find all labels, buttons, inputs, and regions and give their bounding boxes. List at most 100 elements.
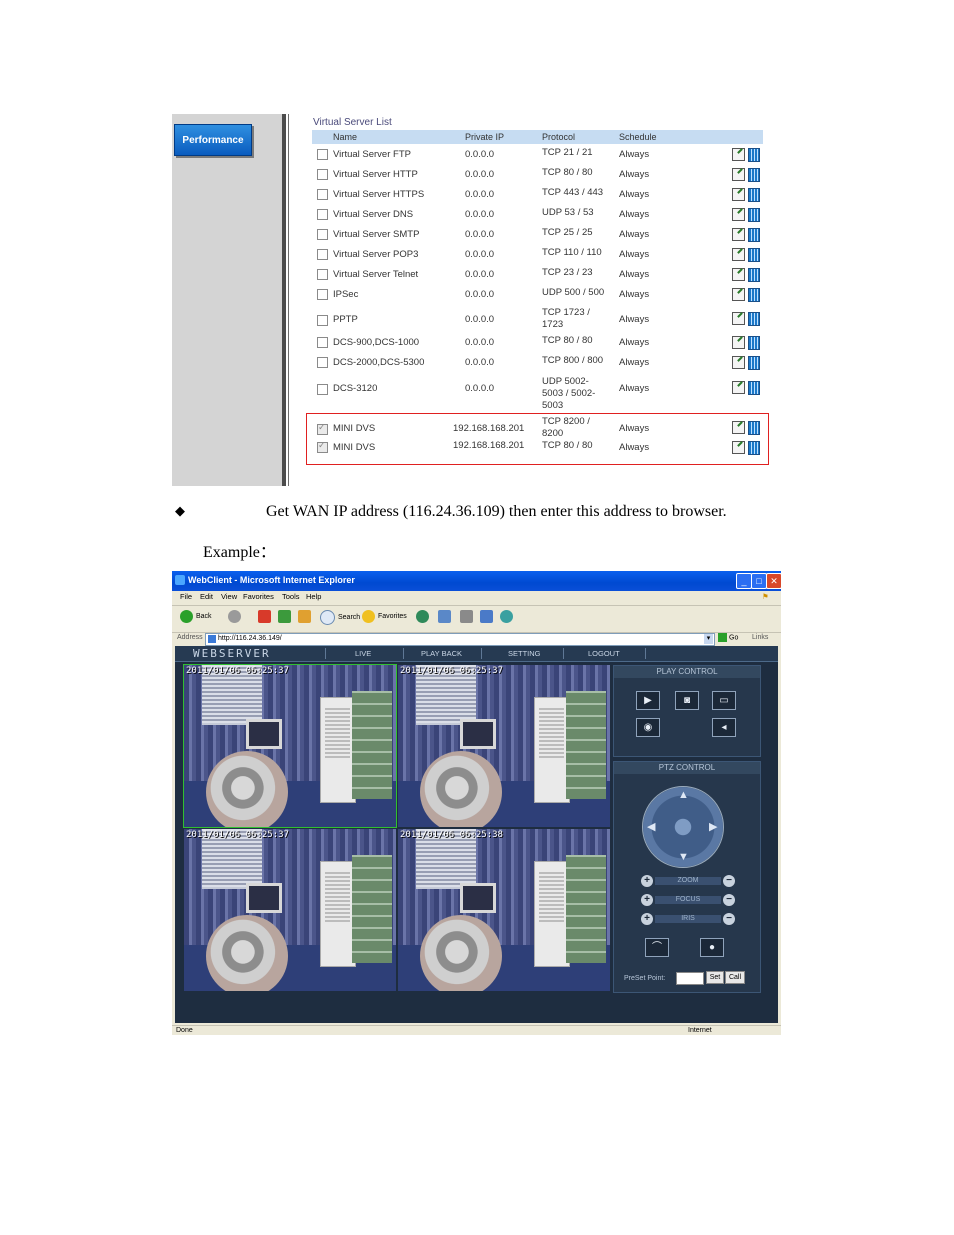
nav-logout[interactable]: LOGOUT	[588, 649, 620, 658]
wiper-button[interactable]: ⌒	[645, 938, 669, 957]
stop-button[interactable]	[258, 610, 274, 623]
row-checkbox[interactable]	[317, 289, 328, 300]
iris-close-button[interactable]: −	[723, 913, 735, 925]
talk-button[interactable]: ◉	[636, 718, 660, 737]
back-button[interactable]: Back	[180, 610, 212, 623]
row-checkbox[interactable]	[317, 149, 328, 160]
go-button[interactable]: Go	[718, 633, 738, 642]
trash-icon[interactable]	[748, 336, 760, 350]
trash-icon[interactable]	[748, 208, 760, 222]
focus-in-button[interactable]: +	[641, 894, 653, 906]
edit-icon[interactable]	[732, 168, 745, 181]
row-checkbox[interactable]	[317, 357, 328, 368]
nav-separator	[645, 648, 646, 659]
arrow-right-icon[interactable]: ▶	[709, 820, 717, 833]
edit-icon[interactable]	[732, 268, 745, 281]
edit-icon[interactable]	[732, 208, 745, 221]
row-checkbox[interactable]	[317, 209, 328, 220]
audio-button[interactable]: ◂	[712, 718, 736, 737]
trash-icon[interactable]	[748, 381, 760, 395]
edit-icon[interactable]	[732, 312, 745, 325]
iris-open-button[interactable]: +	[641, 913, 653, 925]
video-tile-4[interactable]: 2011/01/06 06:25:38	[398, 829, 610, 991]
menu-view[interactable]: View	[221, 592, 237, 601]
links-button[interactable]: Links	[752, 634, 768, 641]
row-checkbox[interactable]	[317, 384, 328, 395]
menu-tools[interactable]: Tools	[282, 592, 300, 601]
edit-icon[interactable]	[732, 228, 745, 241]
menu-file[interactable]: File	[180, 592, 192, 601]
trash-icon[interactable]	[748, 312, 760, 326]
performance-button[interactable]: Performance	[174, 124, 252, 156]
edit-icon[interactable]	[732, 248, 745, 261]
trash-icon[interactable]	[748, 168, 760, 182]
row-checkbox[interactable]	[317, 169, 328, 180]
row-protocol: TCP 23 / 23	[542, 267, 593, 278]
print-button[interactable]	[460, 610, 476, 623]
trash-icon[interactable]	[748, 248, 760, 262]
trash-icon[interactable]	[748, 188, 760, 202]
dropdown-icon[interactable]: ▾	[704, 634, 713, 644]
favorites-button[interactable]: Favorites	[362, 610, 407, 623]
nav-setting[interactable]: SETTING	[508, 649, 541, 658]
edit-icon[interactable]	[732, 381, 745, 394]
mail-button[interactable]	[438, 610, 454, 623]
zoom-in-button[interactable]: +	[641, 875, 653, 887]
maximize-icon[interactable]: □	[751, 573, 767, 589]
history-button[interactable]	[416, 610, 432, 623]
record-button[interactable]: ▭	[712, 691, 736, 710]
row-checkbox[interactable]	[317, 269, 328, 280]
play-button[interactable]: ▶	[636, 691, 660, 710]
minimize-icon[interactable]: _	[736, 573, 752, 589]
menu-favorites[interactable]: Favorites	[243, 592, 274, 601]
search-button[interactable]: Search	[320, 610, 360, 625]
browser-screenshot: WebClient - Microsoft Internet Explorer …	[172, 571, 781, 1035]
row-checkbox[interactable]	[317, 249, 328, 260]
edit-icon[interactable]	[732, 148, 745, 161]
row-name: DCS-900,DCS-1000	[333, 337, 420, 348]
arrow-up-icon[interactable]: ▲	[678, 789, 689, 801]
video-tile-2[interactable]: 2011/01/06 06:25:37	[398, 665, 610, 827]
column-name: Name	[333, 132, 358, 142]
preset-call-button[interactable]: Call	[725, 971, 745, 984]
video-tile-1[interactable]: 2011/01/06 06:25:37	[183, 664, 397, 828]
zoom-out-button[interactable]: −	[723, 875, 735, 887]
bullet-icon: ◆	[175, 504, 185, 519]
trash-icon[interactable]	[748, 268, 760, 282]
row-checkbox[interactable]	[317, 229, 328, 240]
close-icon[interactable]: ✕	[766, 573, 781, 589]
edit-button[interactable]	[480, 610, 496, 623]
nav-play-back[interactable]: PLAY BACK	[421, 649, 462, 658]
left-pane: Performance	[172, 114, 282, 486]
ptz-direction-pad[interactable]: ▲ ▼ ◀ ▶	[642, 786, 724, 868]
trash-icon[interactable]	[748, 228, 760, 242]
trash-icon[interactable]	[748, 356, 760, 370]
row-checkbox[interactable]	[317, 315, 328, 326]
menu-edit[interactable]: Edit	[200, 592, 213, 601]
edit-icon[interactable]	[732, 288, 745, 301]
snapshot-button[interactable]: ◙	[675, 691, 699, 710]
edit-icon[interactable]	[732, 336, 745, 349]
focus-out-button[interactable]: −	[723, 894, 735, 906]
video-tile-3[interactable]: 2011/01/06 06:25:37	[184, 829, 396, 991]
row-checkbox[interactable]	[317, 189, 328, 200]
nav-live[interactable]: LIVE	[355, 649, 371, 658]
menu-help[interactable]: Help	[306, 592, 321, 601]
messenger-icon	[500, 610, 513, 623]
light-button[interactable]: ●	[700, 938, 724, 957]
forward-button[interactable]	[228, 610, 244, 623]
preset-input[interactable]	[676, 972, 704, 985]
row-checkbox[interactable]	[317, 337, 328, 348]
messenger-button[interactable]	[500, 610, 516, 623]
zoom-label: ZOOM	[655, 877, 721, 885]
home-button[interactable]	[298, 610, 314, 623]
edit-icon[interactable]	[732, 356, 745, 369]
preset-set-button[interactable]: Set	[706, 971, 724, 984]
trash-icon[interactable]	[748, 288, 760, 302]
edit-icon[interactable]	[732, 188, 745, 201]
trash-icon[interactable]	[748, 148, 760, 162]
arrow-left-icon[interactable]: ◀	[647, 820, 655, 833]
address-input[interactable]: http://116.24.36.149/ ▾	[205, 633, 715, 646]
refresh-button[interactable]	[278, 610, 294, 623]
arrow-down-icon[interactable]: ▼	[678, 851, 689, 863]
